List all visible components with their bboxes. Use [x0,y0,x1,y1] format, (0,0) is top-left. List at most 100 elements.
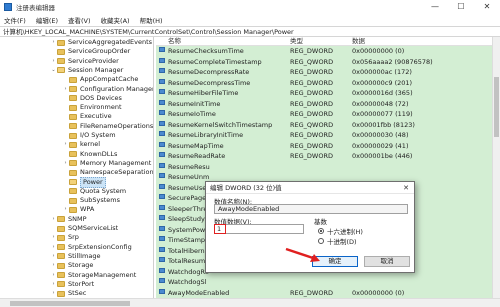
expand-icon[interactable]: › [50,38,57,47]
registry-value-row[interactable]: ResumeCompleteTimestamp REG_QWORD 0x056aaa… [156,57,492,67]
tree-item[interactable]: › SrpExtensionConfig [50,243,132,252]
expand-icon[interactable]: › [50,233,57,242]
expand-icon[interactable]: › [50,261,57,270]
expand-icon[interactable]: › [50,289,57,298]
tree-item[interactable]: AppCompatCache [62,75,138,84]
dialog-close-button[interactable]: ✕ [400,182,412,194]
expand-icon[interactable]: › [50,57,57,66]
folder-icon [69,141,77,148]
menu-favorites[interactable]: 收藏夹(A) [101,15,130,25]
collapse-icon[interactable]: ⌄ [50,66,57,75]
tree-item-label: kernel [80,140,101,149]
registry-value-icon [159,141,165,147]
value-data-input-box[interactable] [214,224,304,234]
registry-value-row[interactable]: AwayModeEnabled REG_DWORD 0x00000000 (0) [156,288,492,298]
expand-icon[interactable]: › [50,271,57,280]
minimize-button[interactable]: — [422,0,448,14]
tree-item[interactable]: › SNMP [50,215,87,224]
cancel-button[interactable]: 取消 [364,256,410,267]
tree-item[interactable]: SubSystems [62,196,120,205]
tree-item[interactable]: DOS Devices [62,94,122,103]
expand-icon[interactable]: › [62,85,69,94]
registry-value-row[interactable]: WatchdogSl [156,278,492,287]
dec-radio[interactable]: 十进制(D) [318,236,357,246]
registry-value-row[interactable]: ResumeMapTime REG_DWORD 0x00000029 (41) [156,141,492,151]
folder-icon [57,225,65,232]
folder-icon [57,67,65,74]
registry-value-row[interactable]: ResumeHiberFileTime REG_DWORD 0x0000016d (… [156,89,492,98]
tree-item[interactable]: › ServiceAggregatedEvents [50,38,153,47]
list-header: 名称 类型 数据 [156,37,492,46]
tree-item[interactable]: Environment [62,103,122,112]
registry-value-icon [159,162,165,168]
column-header-type[interactable]: 类型 [290,37,303,46]
window-title: 注册表编辑器 [16,4,55,12]
tree-item[interactable]: › StSec [50,289,87,298]
vertical-scrollbar[interactable] [492,37,500,299]
tree-item[interactable]: › ServiceProvider [50,57,119,66]
tree-item[interactable]: SQMServiceList [50,224,118,233]
tree-item-label: Quota System [80,186,127,195]
menu-file[interactable]: 文件(F) [4,15,26,25]
tree-item[interactable]: Executive [62,112,112,121]
tree-item[interactable]: › StorPort [50,280,95,289]
value-data-input[interactable]: 1 [214,224,226,234]
tree-item-label: AppCompatCache [80,75,139,84]
expand-icon[interactable]: › [62,205,69,214]
tree-item[interactable]: FileRenameOperations [62,122,153,131]
horizontal-scrollbar[interactable] [0,298,500,307]
expand-icon[interactable]: › [50,252,57,261]
tree-item[interactable]: › Configuration Manager [62,85,154,94]
expand-icon[interactable]: › [50,280,57,289]
tree-item[interactable]: › Memory Management [62,159,152,168]
address-bar[interactable]: 计算机\HKEY_LOCAL_MACHINE\SYSTEM\CurrentCon… [0,26,500,37]
tree-item-label: StSec [68,289,87,298]
expand-icon[interactable]: › [62,140,69,149]
expand-icon[interactable]: › [50,215,57,224]
expand-icon[interactable]: › [62,159,69,168]
tree-item[interactable]: Quota System [62,187,126,196]
tree-item[interactable]: ServiceGroupOrder [50,47,130,56]
column-header-data[interactable]: 数据 [352,37,365,46]
expand-icon[interactable]: › [50,243,57,252]
tree-item[interactable]: › StorageManagement [50,271,137,280]
close-button[interactable]: ✕ [474,0,500,14]
tree-item[interactable]: NamespaceSeparation [62,168,153,177]
maximize-button[interactable]: ☐ [448,0,474,14]
menu-help[interactable]: 帮助(H) [140,15,163,25]
tree-item-label: Executive [80,112,112,121]
tree-item[interactable]: › Srp [50,233,79,242]
scroll-thumb[interactable] [494,77,499,137]
tree-item[interactable]: Power [62,176,106,188]
scroll-thumb[interactable] [10,301,130,306]
menu-edit[interactable]: 编辑(E) [36,15,58,25]
tree-item[interactable]: › Storage [50,261,94,270]
registry-value-row[interactable]: ResumeInitTime REG_DWORD 0x00000048 (72) [156,99,492,109]
value-name: SystemPowe [168,225,210,234]
registry-value-row[interactable]: ResumeLibraryInitTime REG_DWORD 0x00000030… [156,131,492,140]
column-header-name[interactable]: 名称 [168,37,181,46]
menu-view[interactable]: 查看(V) [68,15,91,25]
registry-key-tree[interactable]: › ServiceAggregatedEvents ServiceGroupOrde… [0,37,154,299]
hex-radio[interactable]: 十六进制(H) [318,226,363,236]
value-data: 0x00000048 (72) [352,99,409,108]
value-data: 0x00001fbb (8123) [352,120,415,129]
registry-value-row[interactable]: ResumeDecompressRate REG_DWORD 0x000000ac … [156,68,492,77]
tree-item[interactable]: ⌄ Session Manager [50,66,123,75]
folder-icon [57,234,65,241]
tree-item[interactable]: I/O System [62,131,116,140]
registry-value-row[interactable]: ResumeKernelSwitchTimestamp REG_QWORD 0x00… [156,120,492,130]
registry-value-row[interactable]: ResumeResu [156,162,492,172]
red-arrow-annotation [285,247,320,262]
menu-bar: 文件(F) 编辑(E) 查看(V) 收藏夹(A) 帮助(H) [0,14,500,26]
tree-item[interactable]: › StillImage [50,252,101,261]
tree-item-label: ServiceProvider [68,56,119,65]
registry-value-row[interactable]: ResumeIoTime REG_DWORD 0x00000077 (119) [156,110,492,119]
registry-value-row[interactable]: ResumeReadRate REG_DWORD 0x000001be (446) [156,152,492,161]
tree-item[interactable]: › WPA [62,205,95,214]
registry-value-row[interactable]: ResumeChecksumTime REG_DWORD 0x00000000 (0… [156,47,492,56]
folder-icon [57,262,65,269]
tree-item[interactable]: KnownDLLs [62,150,117,159]
registry-value-row[interactable]: ResumeDecompressTime REG_DWORD 0x000000c9 … [156,78,492,88]
tree-item[interactable]: › kernel [62,140,101,149]
